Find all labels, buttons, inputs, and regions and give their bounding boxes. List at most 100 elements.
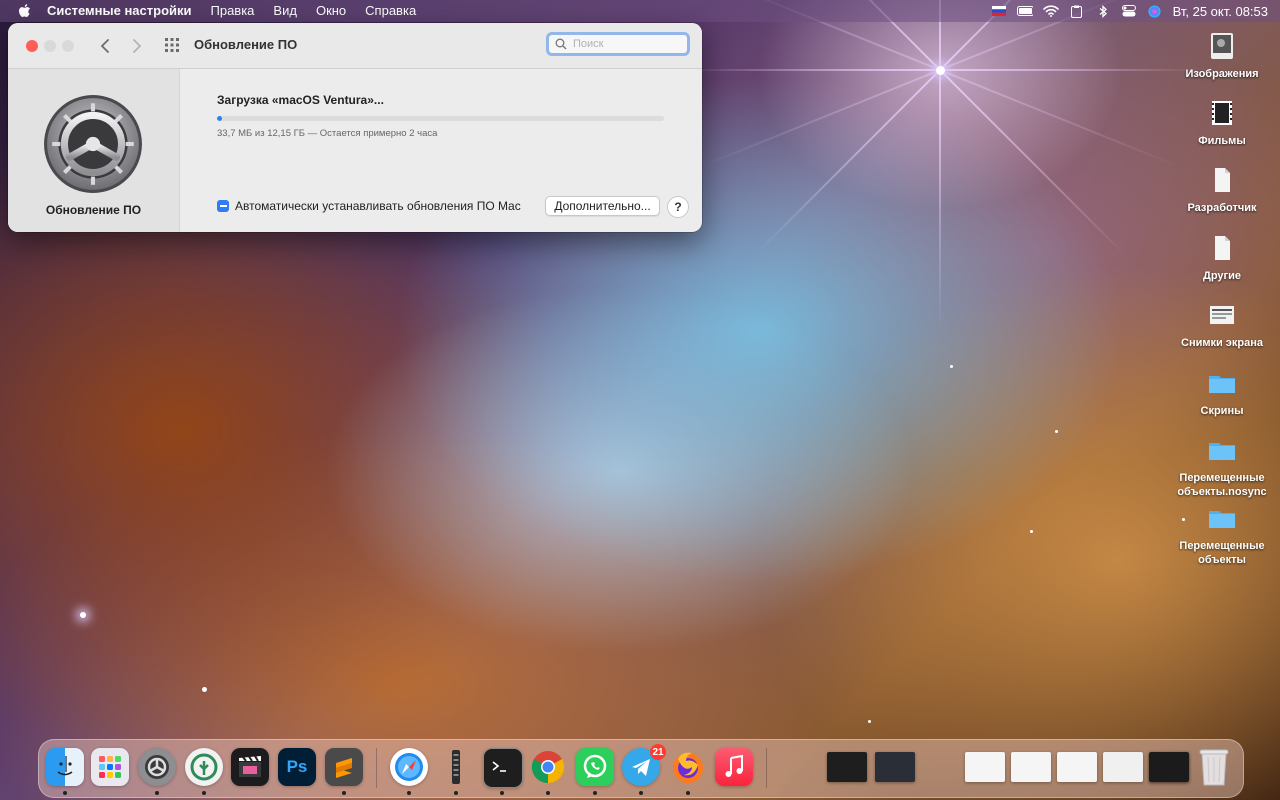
control-center-icon[interactable]	[1121, 4, 1137, 18]
desktop-item-screens-folder[interactable]: Скрины	[1167, 368, 1277, 418]
desktop-item-other[interactable]: Другие	[1167, 233, 1277, 283]
download-title: Загрузка «macOS Ventura»...	[217, 93, 384, 107]
desktop-item-images[interactable]: Изображения	[1167, 31, 1277, 81]
minimized-music-window[interactable]	[965, 752, 1005, 782]
dock-firefox[interactable]	[669, 748, 707, 786]
dock-telegram[interactable]: 21	[622, 744, 666, 786]
menu-edit[interactable]: Правка	[211, 0, 255, 22]
forward-button[interactable]	[126, 35, 148, 57]
star	[950, 365, 953, 368]
trash-icon[interactable]	[1197, 747, 1231, 787]
dock-monitor[interactable]	[437, 748, 475, 786]
clipboard-icon[interactable]	[1069, 4, 1085, 18]
download-status: 33,7 МБ из 12,15 ГБ — Остается примерно …	[217, 128, 438, 139]
desktop-item-label: Разработчик	[1187, 202, 1257, 214]
star	[80, 612, 86, 618]
software-update-window: Обновление ПО Поиск Обновление ПО Загруз…	[8, 23, 702, 232]
safari-icon	[395, 753, 423, 781]
dock: Ps 21	[38, 739, 1244, 798]
running-indicator	[593, 791, 597, 795]
desktop-item-screenshots[interactable]: Снимки экрана	[1167, 300, 1277, 350]
folder-icon	[1209, 443, 1235, 460]
desktop-item-label: Фильмы	[1198, 135, 1246, 147]
desktop-item-moved-nosync[interactable]: Перемещенные объекты.nosync	[1167, 435, 1277, 499]
zoom-button[interactable]	[62, 40, 74, 52]
flag-ru-icon[interactable]	[991, 4, 1007, 18]
desktop-item-label: Снимки экрана	[1181, 337, 1263, 349]
dock-terminal[interactable]	[483, 748, 523, 788]
battery-icon[interactable]	[1016, 4, 1033, 18]
running-indicator	[342, 791, 346, 795]
desktop-item-label: Другие	[1203, 270, 1241, 282]
menu-window[interactable]: Окно	[316, 0, 346, 22]
dock-photoshop[interactable]: Ps	[278, 748, 316, 786]
clock[interactable]: Вт, 25 окт. 08:53	[1173, 4, 1268, 19]
back-button[interactable]	[94, 35, 116, 57]
minimized-sublime-window[interactable]	[827, 752, 867, 782]
window-title: Обновление ПО	[194, 37, 298, 52]
star	[1055, 430, 1058, 433]
film-icon	[1212, 101, 1232, 125]
bluetooth-icon[interactable]	[1095, 4, 1111, 18]
minimized-sourcetree-window[interactable]	[1011, 752, 1051, 782]
wifi-icon[interactable]	[1042, 4, 1059, 18]
folder-icon	[1209, 376, 1235, 393]
unread-badge: 21	[650, 744, 666, 760]
desktop-item-movies[interactable]: Фильмы	[1167, 98, 1277, 148]
sidebar-label: Обновление ПО	[45, 203, 142, 217]
screenshot-icon	[1210, 306, 1234, 324]
bar-icon	[452, 750, 460, 784]
dock-music[interactable]	[715, 748, 753, 786]
dock-safari[interactable]	[390, 748, 428, 786]
running-indicator	[202, 791, 206, 795]
dock-separator	[376, 748, 377, 788]
clapper-icon	[239, 755, 261, 777]
download-progress-bar	[217, 116, 664, 121]
auto-update-label[interactable]: Автоматически устанавливать обновления П…	[235, 199, 521, 213]
update-content: Загрузка «macOS Ventura»... 33,7 МБ из 1…	[180, 69, 702, 232]
show-all-grid-icon[interactable]	[164, 37, 180, 53]
minimized-safari-window[interactable]	[1057, 752, 1097, 782]
minimize-button[interactable]	[44, 40, 56, 52]
chevron-right-icon	[133, 39, 142, 53]
search-input[interactable]	[573, 38, 681, 50]
document-icon	[1215, 236, 1230, 260]
dock-system-preferences[interactable]	[138, 748, 176, 786]
auto-update-checkbox[interactable]	[217, 200, 229, 212]
sourcetree-icon	[190, 753, 218, 781]
photo-icon	[1211, 33, 1233, 59]
desktop-item-label: Скрины	[1200, 405, 1244, 417]
dock-launchpad[interactable]	[91, 748, 129, 786]
whatsapp-icon	[583, 754, 607, 778]
sublime-icon	[336, 758, 352, 778]
search-field[interactable]	[546, 32, 690, 56]
desktop-item-moved[interactable]: Перемещенные объекты	[1167, 503, 1277, 567]
advanced-button[interactable]: Дополнительно...	[545, 196, 660, 216]
minimized-terminal-window-final-visible[interactable]	[1149, 752, 1189, 782]
help-button[interactable]: ?	[667, 196, 689, 218]
star	[868, 720, 871, 723]
close-button[interactable]	[26, 40, 38, 52]
menu-app-name[interactable]: Системные настройки	[47, 0, 192, 22]
dock-sourcetree[interactable]	[185, 748, 223, 786]
menu-help[interactable]: Справка	[365, 0, 416, 22]
progress-fill	[217, 116, 222, 121]
dock-whatsapp[interactable]	[576, 748, 614, 786]
menu-view[interactable]: Вид	[273, 0, 297, 22]
telegram-icon	[632, 759, 650, 776]
auto-update-row: Автоматически устанавливать обновления П…	[217, 199, 521, 213]
music-icon	[725, 755, 743, 777]
dock-chrome[interactable]	[529, 748, 567, 786]
minimized-chrome-window[interactable]	[1103, 752, 1143, 782]
desktop-item-label: Изображения	[1185, 68, 1259, 80]
desktop-item-label: Перемещенные объекты	[1179, 540, 1265, 566]
desktop-item-developer[interactable]: Разработчик	[1167, 165, 1277, 215]
minimized-terminal-window[interactable]	[875, 752, 915, 782]
desktop-item-label: Перемещенные объекты.nosync	[1177, 472, 1267, 498]
photoshop-icon: Ps	[286, 757, 308, 776]
dock-finder[interactable]	[46, 748, 84, 786]
apple-icon[interactable]	[17, 3, 31, 19]
dock-sublime[interactable]	[325, 748, 363, 786]
dock-final-cut[interactable]	[231, 748, 269, 786]
siri-icon[interactable]	[1147, 4, 1163, 18]
